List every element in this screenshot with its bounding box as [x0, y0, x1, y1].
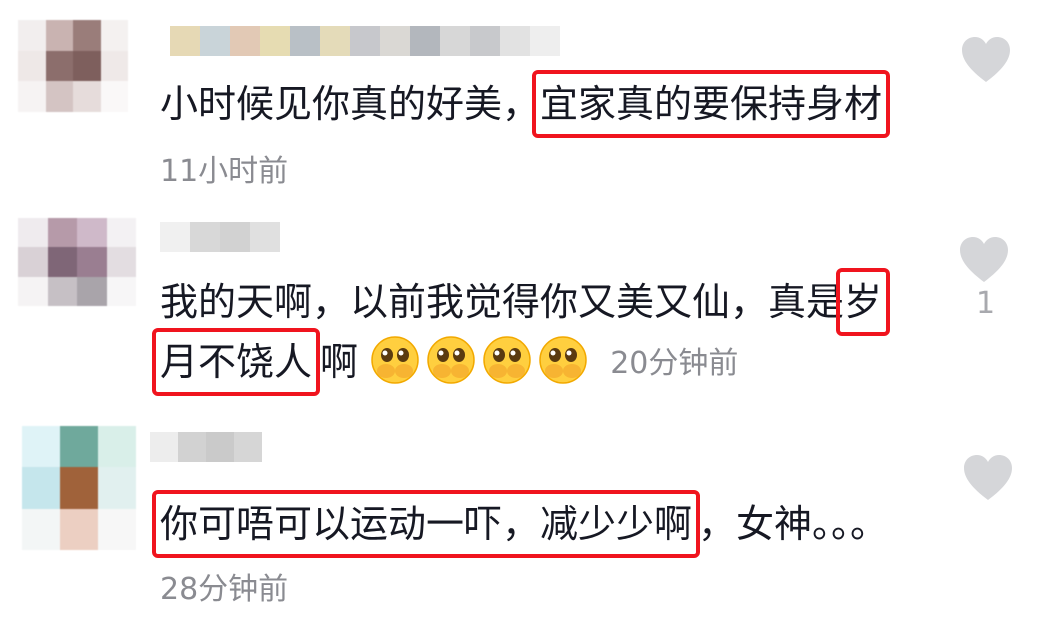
- comment-item: 你可唔可以运动一吓，减少少啊 ，女神。。。 28分钟前: [0, 410, 1056, 624]
- heart-icon[interactable]: [962, 454, 1014, 502]
- emoji-cover-mouth-icon: [539, 336, 587, 384]
- highlighted-text: 月不饶人: [151, 328, 321, 396]
- comment-text: 小时候见你真的好美，宜家真的要保持身材: [160, 70, 891, 138]
- emoji-cover-mouth-icon: [483, 336, 531, 384]
- comment-item: 小时候见你真的好美，宜家真的要保持身材 11小时前: [0, 0, 1056, 200]
- avatar[interactable]: [18, 20, 128, 112]
- timestamp: 11小时前: [160, 154, 289, 189]
- comment-text-part: 啊: [320, 340, 359, 384]
- comment-text: 我的天啊，以前我觉得你又美又仙，真是岁: [160, 268, 891, 336]
- comment-text-part: 我的天啊，以前我觉得你又美又仙，真是: [160, 280, 845, 324]
- heart-icon[interactable]: [960, 36, 1012, 84]
- comment-text-line2: 月不饶人啊 20分钟前: [151, 328, 739, 396]
- avatar[interactable]: [18, 218, 136, 306]
- emoji-cover-mouth-icon: [371, 336, 419, 384]
- username-blurred[interactable]: [160, 222, 280, 252]
- comment-item: 我的天啊，以前我觉得你又美又仙，真是岁 月不饶人啊 20分钟前 1: [0, 200, 1056, 410]
- highlighted-text: 你可唔可以运动一吓，减少少啊: [151, 490, 701, 558]
- timestamp: 28分钟前: [160, 572, 289, 607]
- username-blurred[interactable]: [170, 26, 560, 56]
- avatar[interactable]: [22, 426, 136, 550]
- timestamp: 20分钟前: [610, 346, 739, 381]
- comment-text: 你可唔可以运动一吓，减少少啊 ，女神。。。: [151, 490, 889, 558]
- highlighted-text: 宜家真的要保持身材: [532, 70, 891, 138]
- like-count: 1: [976, 286, 996, 321]
- comment-text-part: 小时候见你真的好美，: [160, 82, 541, 126]
- username-blurred[interactable]: [150, 432, 262, 462]
- highlighted-text: 岁: [836, 268, 891, 336]
- emoji-cover-mouth-icon: [427, 336, 475, 384]
- heart-icon[interactable]: [958, 236, 1010, 284]
- comment-text-part: ，女神。。。: [698, 502, 889, 546]
